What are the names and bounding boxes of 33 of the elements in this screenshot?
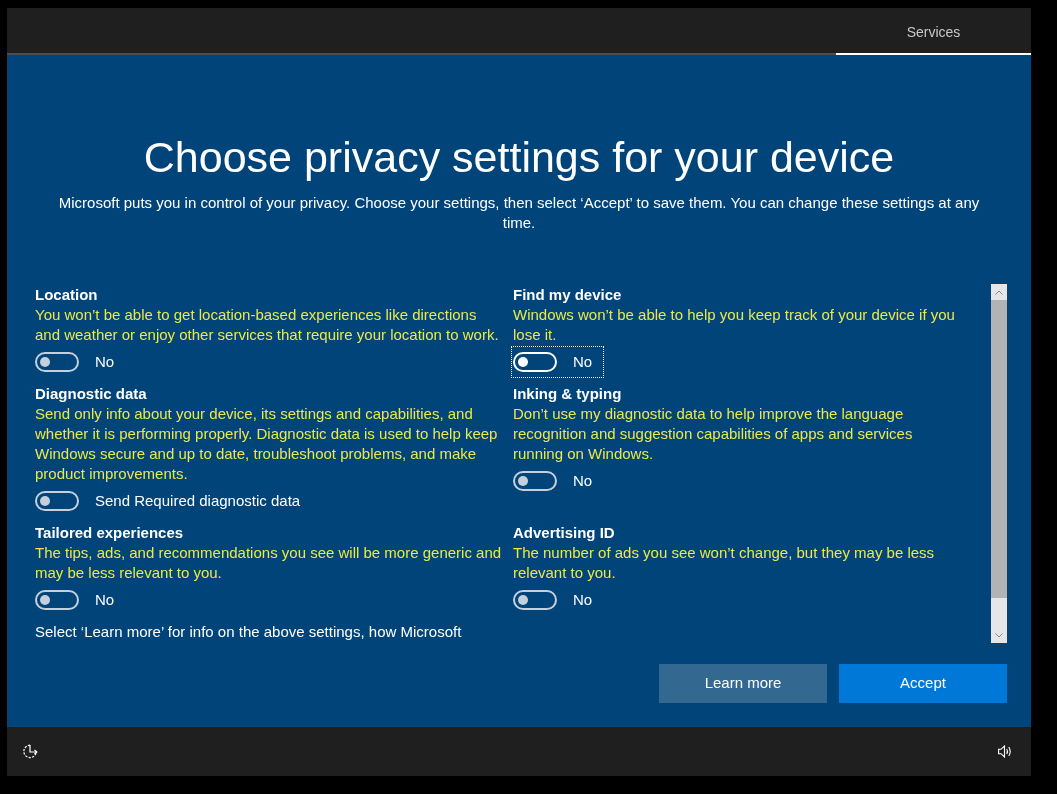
toggle-icon[interactable] [513,590,557,610]
setting-description: The tips, ads, and recommendations you see will be more generic and may be less relevant to you. [35,543,503,583]
accept-button[interactable]: Accept [839,664,1007,703]
toggle-control[interactable]: No [511,346,605,378]
toggle-icon[interactable] [513,471,557,491]
speaker-icon[interactable] [998,745,1012,758]
setting-description: Send only info about your device, its settings and capabilities, and whether it is performing properly. Diagnostic data is used to help keep Windows secure and up to date, troubleshoot problems, and make product improvements. [35,404,499,484]
setting-title: Location [35,285,99,305]
setting-title: Inking & typing [513,384,623,404]
chevron-up-icon[interactable] [995,289,1003,295]
setting-description: Windows won’t be able to help you keep track of your device if you lose it. [513,305,956,345]
toggle-control[interactable]: No [511,465,605,497]
chevron-down-icon[interactable] [995,632,1003,638]
toggle-icon[interactable] [35,590,79,610]
toggle-control[interactable]: Send Required diagnostic data [35,485,313,517]
setting-description: The number of ads you see won’t change, but they may be less relevant to you. [513,543,936,583]
page-title: Choose privacy settings for your device [143,132,895,183]
setting-title: Advertising ID [513,523,616,543]
toggle-icon[interactable] [35,352,79,372]
page-subtitle: Microsoft puts you in control of your privacy. Choose your settings, then select ‘Accept’ to save them. You can change these settings at any time. [57,193,981,233]
toggle-control[interactable]: No [35,584,127,616]
setting-title: Tailored experiences [35,523,185,543]
setting-description: Don’t use my diagnostic data to help improve the language recognition and suggestion capabilities of apps and services running on Windows. [513,404,914,464]
setting-description: You won’t be able to get location-based experiences like directions and weather or enjoy other services that require your location to work. [35,305,500,345]
toggle-icon[interactable] [35,491,79,511]
setting-title: Find my device [513,285,623,305]
toggle-control[interactable]: No [511,584,605,616]
setting-title: Diagnostic data [35,384,148,404]
dial-icon[interactable] [23,744,38,759]
toggle-control[interactable]: No [35,346,127,378]
scrollbar-thumb[interactable] [991,300,1007,598]
learn-more-button[interactable]: Learn more [659,664,827,703]
footnote-text: Select ‘Learn more’ for info on the above settings, how Microsoft [35,622,463,642]
